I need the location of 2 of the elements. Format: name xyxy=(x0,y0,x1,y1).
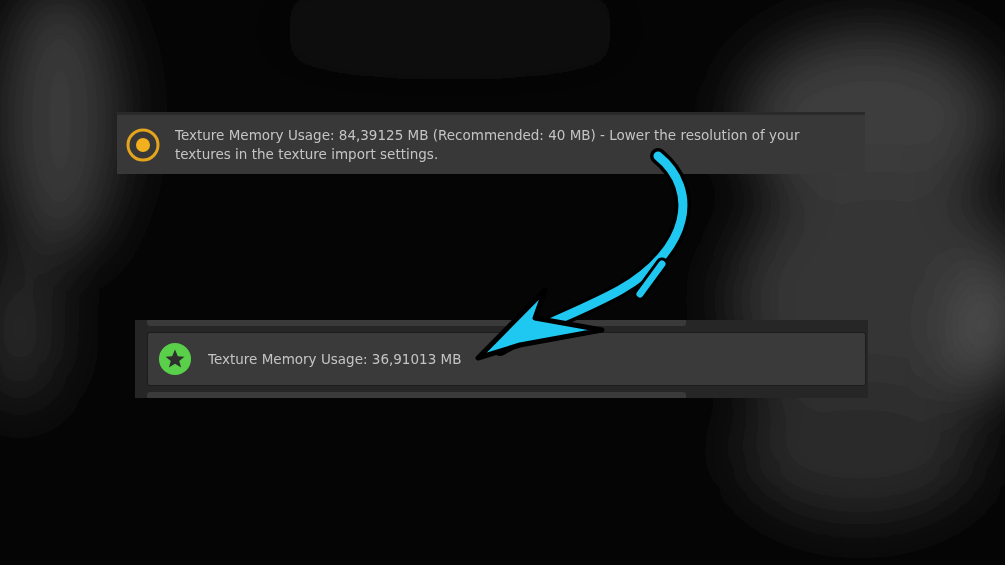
message-text: Texture Memory Usage: 36,91013 MB xyxy=(208,349,462,369)
message-text: Texture Memory Usage: 84,39125 MB (Recommended: 40 MB) - Lower the resolution of your textures in the texture import settings. xyxy=(175,125,801,164)
